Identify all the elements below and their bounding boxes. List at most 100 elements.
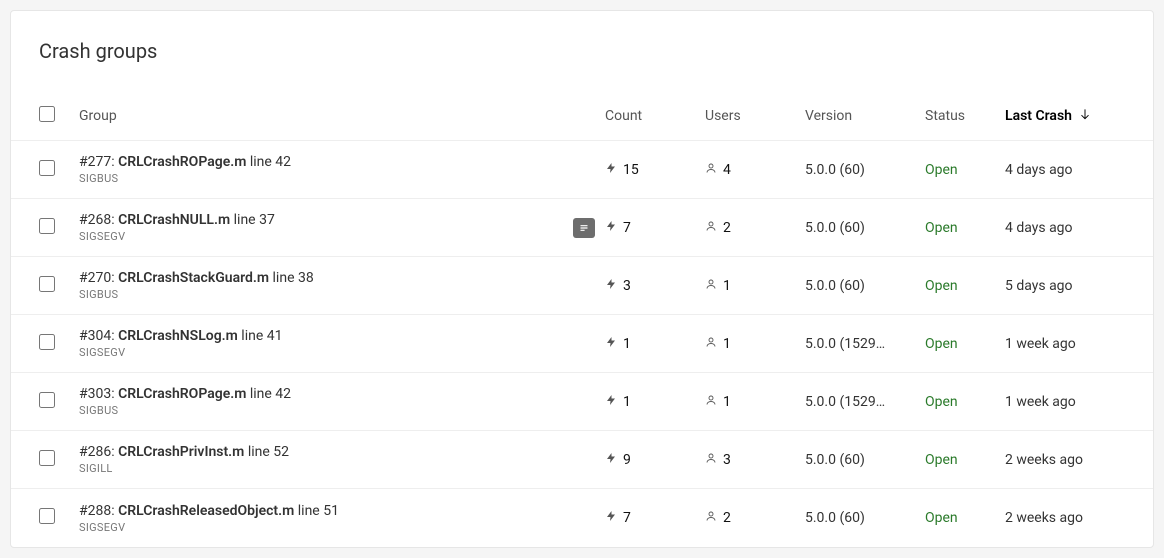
users-value: 2 bbox=[723, 220, 731, 236]
crash-signal: SIGBUS bbox=[79, 404, 595, 417]
crash-file: CRLCrashPrivInst.m bbox=[118, 444, 244, 460]
crash-file: CRLCrashNULL.m bbox=[118, 212, 230, 228]
group-cell: #286: CRLCrashPrivInst.m line 52 SIGILL bbox=[79, 444, 595, 475]
status-value: Open bbox=[925, 394, 958, 410]
crash-location: line 51 bbox=[298, 503, 339, 519]
column-header-last-crash[interactable]: Last Crash bbox=[1005, 107, 1092, 125]
crash-location: line 41 bbox=[241, 328, 282, 344]
last-crash-value: 1 week ago bbox=[1005, 394, 1076, 410]
last-crash-value: 2 weeks ago bbox=[1005, 510, 1083, 526]
select-row-checkbox[interactable] bbox=[39, 334, 55, 350]
version-value: 5.0.0 (1529… bbox=[805, 394, 885, 410]
crash-signal: SIGBUS bbox=[79, 288, 595, 301]
group-cell: #303: CRLCrashROPage.m line 42 SIGBUS bbox=[79, 386, 595, 417]
select-row-checkbox[interactable] bbox=[39, 160, 55, 176]
crash-location: line 42 bbox=[250, 386, 291, 402]
users-value: 3 bbox=[723, 452, 731, 468]
users-value: 1 bbox=[723, 394, 731, 410]
sort-desc-icon bbox=[1078, 107, 1092, 125]
table-row[interactable]: #288: CRLCrashReleasedObject.m line 51 S… bbox=[11, 489, 1153, 547]
status-value: Open bbox=[925, 510, 958, 526]
user-icon bbox=[705, 220, 717, 236]
last-crash-value: 1 week ago bbox=[1005, 336, 1076, 352]
table-row[interactable]: #286: CRLCrashPrivInst.m line 52 SIGILL … bbox=[11, 431, 1153, 489]
user-icon bbox=[705, 394, 717, 410]
select-row-checkbox[interactable] bbox=[39, 218, 55, 234]
column-header-last-crash-label: Last Crash bbox=[1005, 108, 1072, 124]
status-value: Open bbox=[925, 278, 958, 294]
column-header-group[interactable]: Group bbox=[79, 108, 117, 124]
user-icon bbox=[705, 510, 717, 526]
crash-file: CRLCrashStackGuard.m bbox=[118, 270, 269, 286]
users-value: 2 bbox=[723, 510, 731, 526]
table-row[interactable]: #303: CRLCrashROPage.m line 42 SIGBUS 1 bbox=[11, 373, 1153, 431]
bolt-icon bbox=[605, 336, 617, 352]
crash-signal: SIGBUS bbox=[79, 172, 595, 185]
crash-location: line 52 bbox=[248, 444, 289, 460]
table-row[interactable]: #277: CRLCrashROPage.m line 42 SIGBUS 15 bbox=[11, 141, 1153, 199]
count-value: 7 bbox=[623, 510, 631, 526]
table-row[interactable]: #268: CRLCrashNULL.m line 37 SIGSEGV 7 bbox=[11, 199, 1153, 257]
users-value: 4 bbox=[723, 162, 731, 178]
count-value: 1 bbox=[623, 336, 631, 352]
crash-id: #270: bbox=[79, 270, 115, 286]
crash-location: line 37 bbox=[234, 212, 275, 228]
status-value: Open bbox=[925, 452, 958, 468]
crash-id: #268: bbox=[79, 212, 115, 228]
select-row-checkbox[interactable] bbox=[39, 450, 55, 466]
group-cell: #304: CRLCrashNSLog.m line 41 SIGSEGV bbox=[79, 328, 595, 359]
last-crash-value: 5 days ago bbox=[1005, 278, 1073, 294]
crash-signal: SIGSEGV bbox=[79, 230, 565, 243]
group-cell: #270: CRLCrashStackGuard.m line 38 SIGBU… bbox=[79, 270, 595, 301]
crash-signal: SIGSEGV bbox=[79, 521, 595, 534]
crash-id: #288: bbox=[79, 503, 115, 519]
count-value: 9 bbox=[623, 452, 631, 468]
bolt-icon bbox=[605, 220, 617, 236]
version-value: 5.0.0 (60) bbox=[805, 510, 865, 526]
last-crash-value: 4 days ago bbox=[1005, 162, 1073, 178]
select-row-checkbox[interactable] bbox=[39, 508, 55, 524]
crash-groups-table: Group Count Users Version Status Last Cr… bbox=[11, 91, 1153, 547]
last-crash-value: 2 weeks ago bbox=[1005, 452, 1083, 468]
last-crash-value: 4 days ago bbox=[1005, 220, 1073, 236]
select-all-checkbox[interactable] bbox=[39, 106, 55, 122]
crash-signal: SIGSEGV bbox=[79, 346, 595, 359]
column-header-status[interactable]: Status bbox=[925, 108, 965, 124]
status-value: Open bbox=[925, 162, 958, 178]
column-header-count[interactable]: Count bbox=[605, 108, 642, 124]
count-value: 7 bbox=[623, 220, 631, 236]
version-value: 5.0.0 (60) bbox=[805, 278, 865, 294]
crash-file: CRLCrashROPage.m bbox=[118, 154, 246, 170]
bolt-icon bbox=[605, 452, 617, 468]
count-value: 1 bbox=[623, 394, 631, 410]
crash-file: CRLCrashReleasedObject.m bbox=[118, 503, 294, 519]
user-icon bbox=[705, 336, 717, 352]
status-value: Open bbox=[925, 336, 958, 352]
crash-id: #277: bbox=[79, 154, 115, 170]
group-cell: #268: CRLCrashNULL.m line 37 SIGSEGV bbox=[79, 212, 565, 243]
column-header-users[interactable]: Users bbox=[705, 108, 741, 124]
user-icon bbox=[705, 278, 717, 294]
select-row-checkbox[interactable] bbox=[39, 392, 55, 408]
crash-id: #303: bbox=[79, 386, 115, 402]
users-value: 1 bbox=[723, 336, 731, 352]
column-header-version[interactable]: Version bbox=[805, 108, 852, 124]
group-cell: #277: CRLCrashROPage.m line 42 SIGBUS bbox=[79, 154, 595, 185]
bolt-icon bbox=[605, 162, 617, 178]
crash-id: #304: bbox=[79, 328, 115, 344]
crash-groups-card: Crash groups Group Count Users Version S… bbox=[10, 10, 1154, 548]
crash-signal: SIGILL bbox=[79, 462, 595, 475]
table-header-row: Group Count Users Version Status Last Cr… bbox=[11, 91, 1153, 141]
bolt-icon bbox=[605, 510, 617, 526]
select-row-checkbox[interactable] bbox=[39, 276, 55, 292]
count-value: 15 bbox=[623, 162, 639, 178]
bolt-icon bbox=[605, 278, 617, 294]
user-icon bbox=[705, 452, 717, 468]
user-icon bbox=[705, 162, 717, 178]
version-value: 5.0.0 (60) bbox=[805, 162, 865, 178]
users-value: 1 bbox=[723, 278, 731, 294]
table-row[interactable]: #270: CRLCrashStackGuard.m line 38 SIGBU… bbox=[11, 257, 1153, 315]
table-row[interactable]: #304: CRLCrashNSLog.m line 41 SIGSEGV 1 bbox=[11, 315, 1153, 373]
note-icon bbox=[573, 218, 595, 238]
version-value: 5.0.0 (60) bbox=[805, 220, 865, 236]
